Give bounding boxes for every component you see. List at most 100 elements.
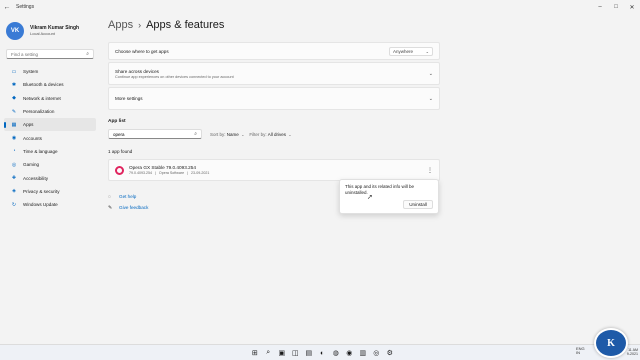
channel-logo: K [594, 328, 628, 358]
shield-icon: ◈ [12, 188, 16, 195]
store-icon[interactable]: ◍ [329, 347, 343, 359]
sidebar-item-label: Accessibility [23, 175, 49, 181]
mouse-cursor-icon: ➚ [367, 194, 373, 201]
back-arrow-icon[interactable]: ← [0, 4, 14, 11]
window-title: Settings [16, 4, 35, 10]
file-explorer-icon[interactable]: ▤ [302, 347, 316, 359]
title-bar: ← Settings – □ ✕ [0, 0, 640, 14]
sidebar-item-network[interactable]: ◆ Network & internet [4, 92, 96, 105]
sidebar-item-label: Time & language [23, 148, 58, 154]
app-search-box[interactable]: ⌕ [108, 129, 202, 139]
chevron-down-icon: ⌄ [288, 131, 292, 137]
sidebar-item-windows-update[interactable]: ↻ Windows Update [4, 198, 96, 211]
minimize-icon[interactable]: – [592, 4, 608, 11]
breadcrumb-separator: › [138, 20, 142, 30]
filter-by-label: Filter by: [249, 131, 267, 137]
sidebar-item-accounts[interactable]: ◉ Accounts [4, 131, 96, 144]
share-across-devices-card[interactable]: Share across devices Continue app experi… [108, 62, 440, 85]
breadcrumb: Apps › Apps & features [108, 14, 440, 36]
avatar: VK [6, 22, 24, 40]
accessibility-icon: ✚ [11, 175, 17, 182]
channel-logo-letters: K [607, 338, 615, 349]
find-setting-search[interactable]: ⌕ [6, 49, 94, 59]
chevron-down-icon: ⌄ [241, 131, 245, 137]
sort-by-label: Sort by: [210, 131, 226, 137]
filter-by-dropdown[interactable]: Filter by: All drives ⌄ [249, 132, 291, 137]
chevron-down-icon: ⌄ [428, 95, 433, 102]
more-settings-card[interactable]: More settings ⌄ [108, 87, 440, 110]
filter-by-value: All drives [267, 131, 286, 137]
sidebar-item-bluetooth[interactable]: ✱ Bluetooth & devices [4, 78, 96, 91]
settings-icon[interactable]: ⚙ [383, 347, 397, 359]
app-publisher: Opera Software [158, 171, 185, 175]
page-title: Apps & features [146, 19, 225, 31]
search-icon[interactable]: ⌕ [262, 347, 276, 359]
meta-separator: | [154, 171, 156, 175]
chevron-down-icon: ⌄ [428, 70, 433, 77]
app-name: Opera GX Stable 79.0.4093.254 [129, 165, 196, 170]
sidebar-item-apps[interactable]: ▦ Apps [4, 118, 96, 132]
choose-where-label: Choose where to get apps [115, 48, 169, 54]
app-icon[interactable]: ▥ [356, 347, 370, 359]
share-subtitle: Continue app experiences on other device… [115, 74, 234, 79]
share-title: Share across devices [115, 68, 159, 74]
search-icon[interactable]: ⌕ [194, 131, 197, 137]
taskbar: ⊞ ⌕ ▣ ◫ ▤ ◐ ◍ ◉ ▥ ◎ ⚙ ENG IN 11 AM 9-202… [0, 344, 640, 360]
sidebar-item-label: Bluetooth & devices [23, 82, 64, 88]
sidebar-item-privacy[interactable]: ◈ Privacy & security [4, 185, 96, 198]
sidebar-nav: ▭ System ✱ Bluetooth & devices ◆ Network & … [0, 65, 100, 211]
uninstall-button[interactable]: Uninstall [403, 200, 433, 209]
gamepad-icon: ◎ [11, 161, 17, 168]
sidebar-item-label: Accounts [23, 135, 42, 141]
app-search-input[interactable] [113, 131, 195, 137]
get-help-label: Get help [119, 194, 137, 199]
widgets-icon[interactable]: ◫ [289, 347, 303, 359]
meta-separator: | [187, 171, 189, 175]
sidebar-item-gaming[interactable]: ◎ Gaming [4, 158, 96, 171]
sidebar-item-personalization[interactable]: ✎ Personalization [4, 105, 96, 118]
app-row-opera-gx[interactable]: Opera GX Stable 79.0.4093.254 79.0.4093.… [108, 159, 440, 181]
choose-where-dropdown[interactable]: Anywhere ⌄ [389, 46, 433, 56]
sort-by-dropdown[interactable]: Sort by: Name ⌄ [210, 132, 244, 137]
start-icon[interactable]: ⊞ [248, 347, 262, 359]
sidebar-item-time-language[interactable]: ◔ Time & language [4, 145, 96, 158]
app-version: 79.0.4093.254 [129, 171, 152, 175]
maximize-icon[interactable]: □ [608, 4, 624, 11]
sort-by-value: Name [226, 131, 239, 137]
app-list-title: App list [108, 119, 126, 124]
opera-icon[interactable]: ◎ [370, 347, 384, 359]
edge-icon[interactable]: ◐ [316, 347, 330, 359]
sidebar-item-label: Gaming [23, 162, 40, 168]
sidebar-item-label: System [23, 69, 39, 75]
apps-found-count: 1 app found [108, 149, 133, 154]
search-icon[interactable]: ⌕ [86, 51, 89, 57]
sidebar-item-accessibility[interactable]: ✚ Accessibility [4, 171, 96, 184]
opera-logo-icon [115, 165, 124, 175]
bluetooth-icon: ✱ [11, 81, 17, 88]
sidebar-item-label: Personalization [23, 109, 55, 115]
window-controls: – □ ✕ [592, 4, 640, 11]
feedback-icon: ✎ [108, 204, 113, 211]
close-icon[interactable]: ✕ [624, 4, 640, 11]
person-icon: ◉ [11, 135, 17, 142]
app-install-date: 23-09-2021 [191, 171, 210, 175]
brush-icon: ✎ [11, 108, 17, 115]
sidebar-item-label: Windows Update [23, 202, 58, 208]
sidebar-item-label: Apps [23, 122, 34, 128]
language-indicator[interactable]: ENG IN [576, 347, 585, 355]
task-view-icon[interactable]: ▣ [275, 347, 289, 359]
sidebar-item-label: Network & internet [23, 95, 61, 101]
clock-icon: ◔ [12, 148, 16, 155]
network-icon: ◆ [12, 95, 16, 102]
more-options-icon[interactable]: ⋮ [427, 167, 433, 174]
find-setting-input[interactable] [11, 51, 87, 57]
account-type: Local Account [30, 31, 55, 36]
give-feedback-label: Give feedback [119, 205, 149, 210]
user-profile[interactable]: VK Vikram Kumar Singh Local Account [0, 14, 100, 42]
breadcrumb-apps[interactable]: Apps [108, 19, 133, 31]
uninstall-message: This app and its related info will be un… [345, 184, 415, 195]
more-settings-label: More settings [115, 96, 143, 101]
chrome-icon[interactable]: ◉ [343, 347, 357, 359]
sidebar-item-system[interactable]: ▭ System [4, 65, 96, 78]
uninstall-flyout: This app and its related info will be un… [339, 179, 439, 214]
